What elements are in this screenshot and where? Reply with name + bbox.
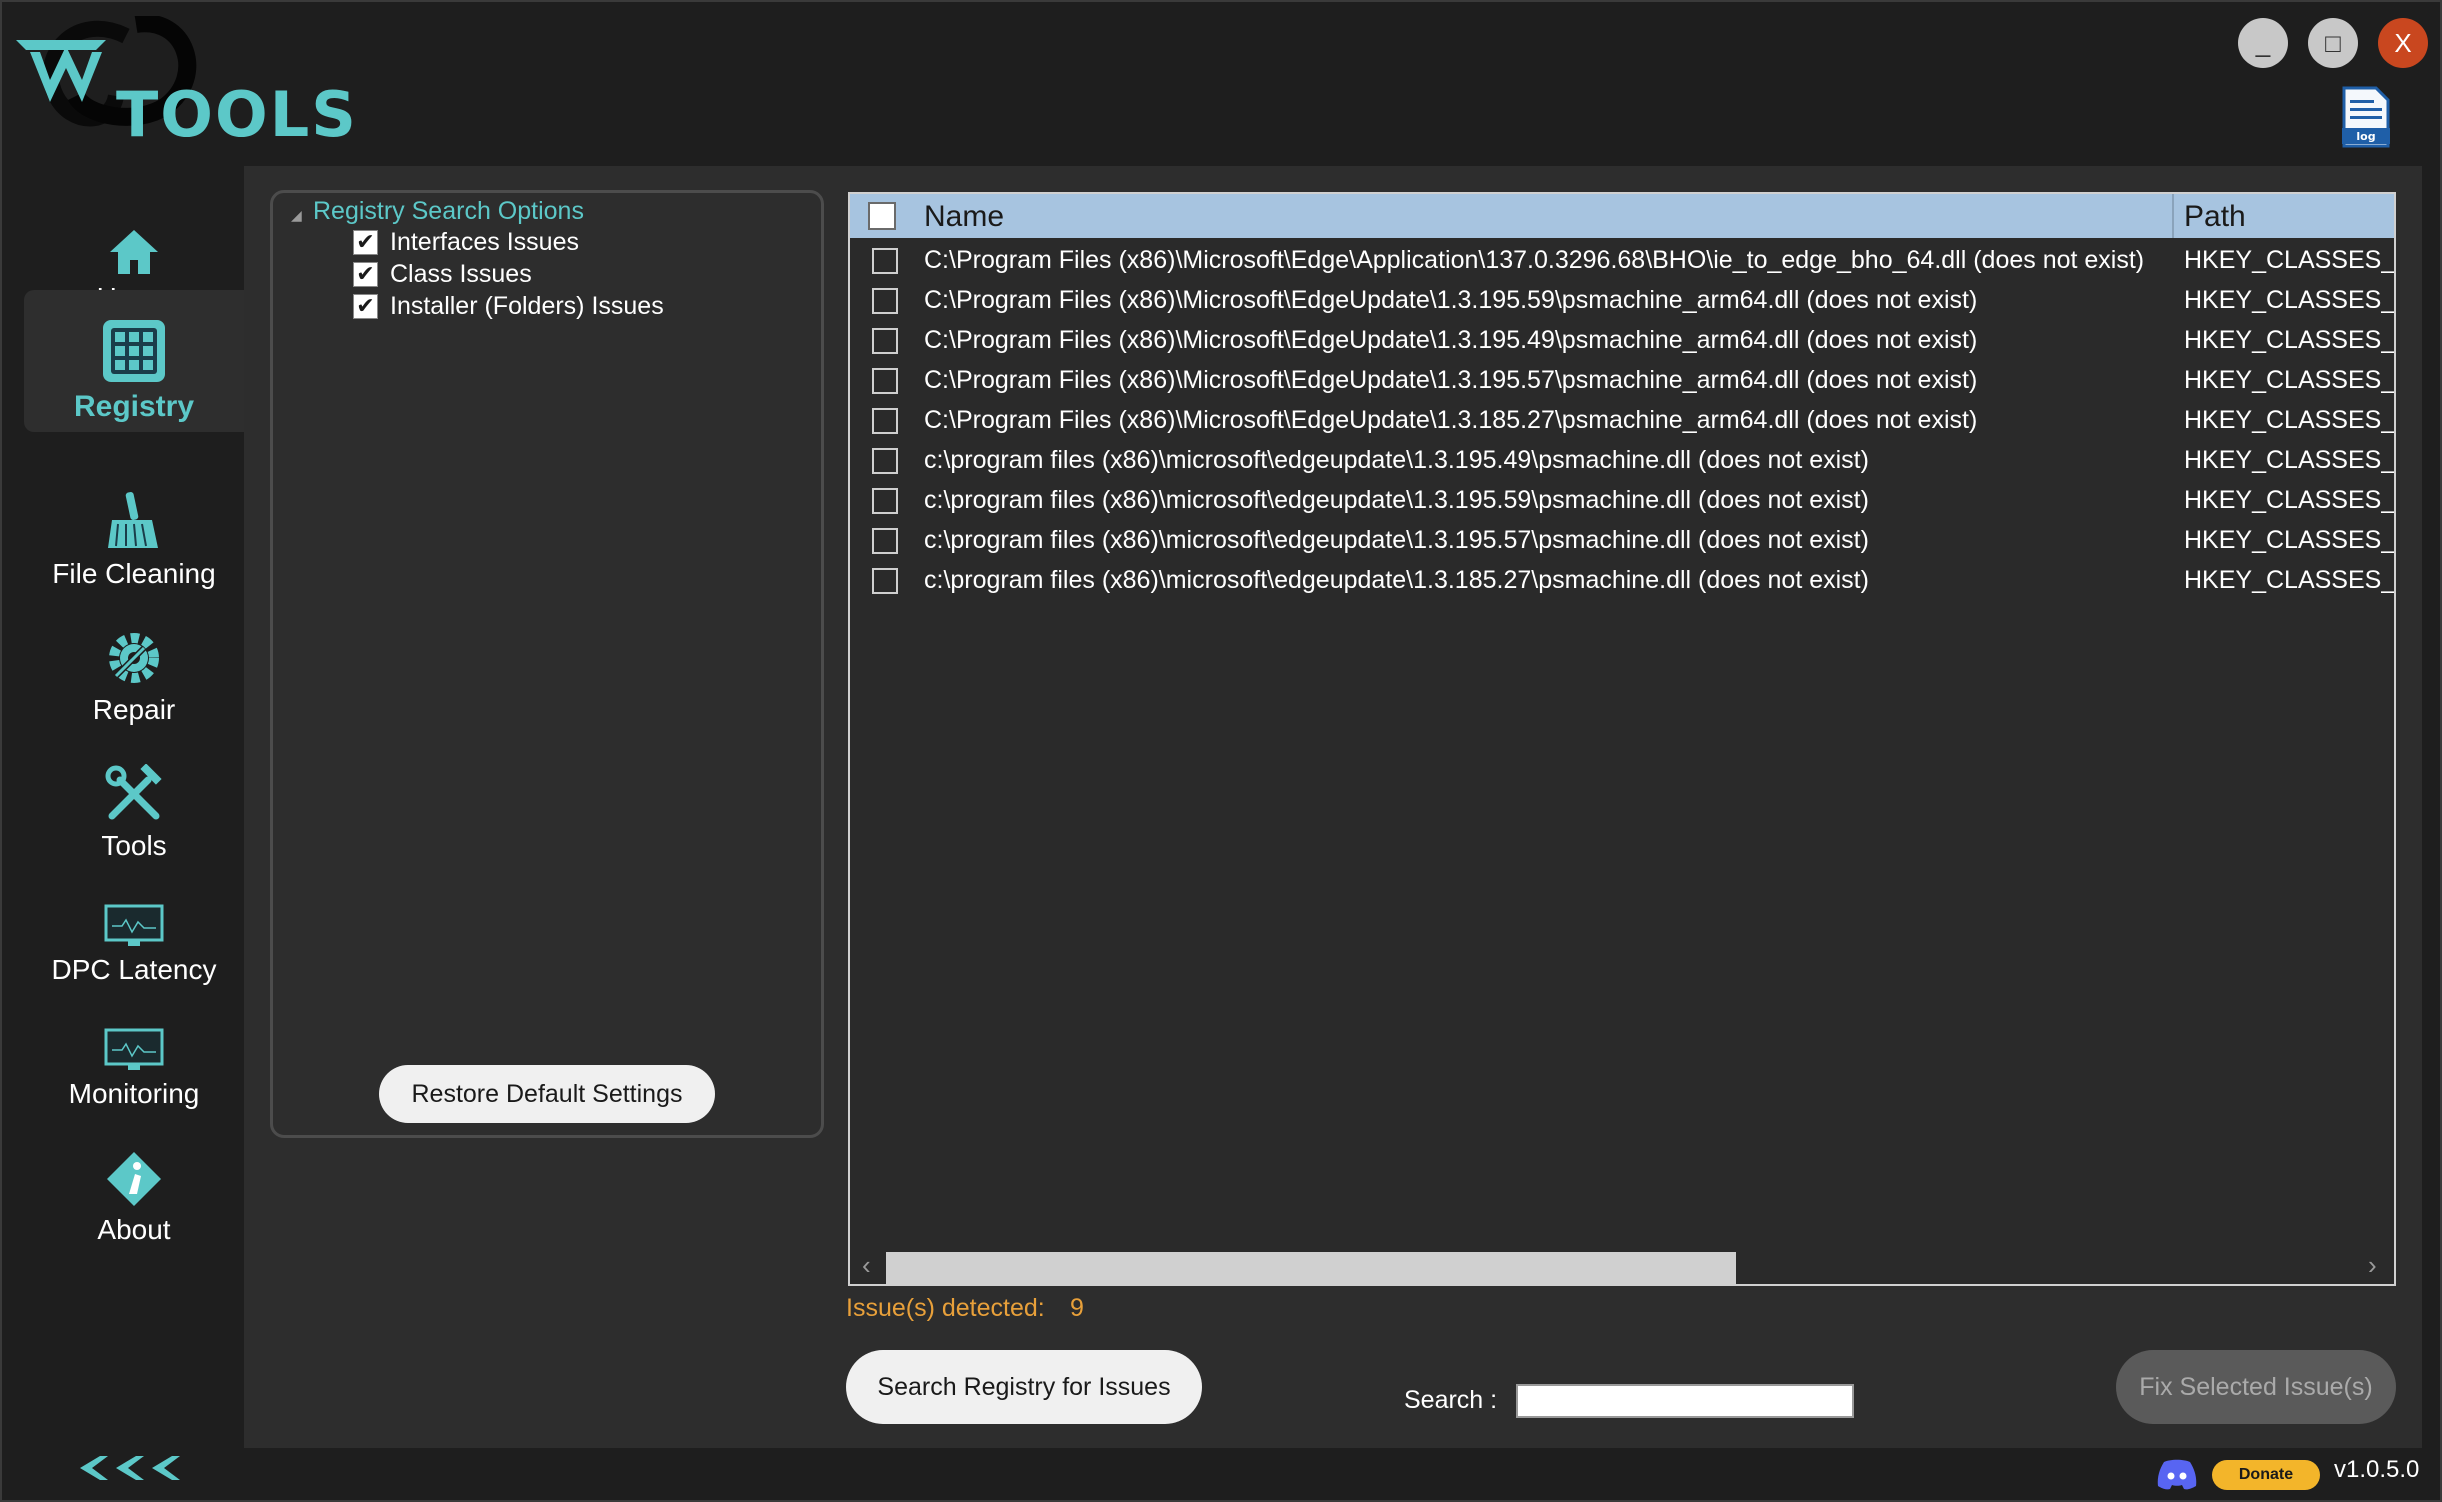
scrollbar-thumb[interactable] bbox=[886, 1252, 1736, 1284]
list-header: Name Path bbox=[850, 194, 2394, 238]
row-path: HKEY_CLASSES_RC bbox=[2184, 526, 2396, 554]
info-icon bbox=[107, 1152, 161, 1206]
sidebar-item-registry[interactable]: Registry bbox=[24, 290, 244, 432]
monitor-icon bbox=[104, 904, 164, 946]
row-path: HKEY_CLASSES_RC bbox=[2184, 486, 2396, 514]
tree-collapse-arrow[interactable]: ◢ bbox=[291, 207, 302, 224]
table-row[interactable]: c:\program files (x86)\microsoft\edgeupd… bbox=[850, 560, 2396, 600]
row-name: C:\Program Files (x86)\Microsoft\EdgeUpd… bbox=[924, 406, 1978, 434]
select-all-checkbox[interactable] bbox=[868, 202, 896, 230]
row-checkbox[interactable] bbox=[872, 368, 898, 394]
scroll-right-icon[interactable]: › bbox=[2368, 1250, 2377, 1281]
home-icon bbox=[110, 230, 158, 274]
gear-icon bbox=[109, 633, 159, 683]
discord-icon[interactable] bbox=[2156, 1458, 2198, 1490]
table-row[interactable]: c:\program files (x86)\microsoft\edgeupd… bbox=[850, 440, 2396, 480]
option-class-issues[interactable]: ✔ Class Issues bbox=[353, 259, 532, 289]
row-name: C:\Program Files (x86)\Microsoft\Edge\Ap… bbox=[924, 246, 2145, 274]
row-path: HKEY_CLASSES_RC bbox=[2184, 406, 2396, 434]
horizontal-scrollbar[interactable]: ‹ › bbox=[850, 1248, 2394, 1284]
sidebar-item-tools[interactable]: Tools bbox=[24, 730, 244, 870]
restore-default-settings-button[interactable]: Restore Default Settings bbox=[379, 1065, 715, 1123]
row-path: HKEY_CLASSES_RC bbox=[2184, 326, 2396, 354]
broom-icon bbox=[108, 492, 158, 548]
log-icon-label: log bbox=[2356, 130, 2375, 143]
row-path: HKEY_CLASSES_RC bbox=[2184, 566, 2396, 594]
row-checkbox[interactable] bbox=[872, 408, 898, 434]
issues-detected-label: Issue(s) detected: bbox=[846, 1294, 1045, 1322]
sidebar-item-repair[interactable]: Repair bbox=[24, 594, 244, 734]
search-label: Search : bbox=[1404, 1386, 1498, 1414]
tools-icon bbox=[105, 764, 162, 820]
column-header-path[interactable]: Path bbox=[2184, 200, 2246, 234]
sidebar-item-dpc-latency[interactable]: DPC Latency bbox=[24, 854, 244, 994]
row-checkbox[interactable] bbox=[872, 528, 898, 554]
options-tree-title[interactable]: Registry Search Options bbox=[313, 197, 584, 226]
option-interfaces-issues[interactable]: ✔ Interfaces Issues bbox=[353, 227, 579, 257]
logo-text: TOOLS bbox=[116, 78, 358, 151]
issues-detected-count: 9 bbox=[1070, 1294, 1084, 1322]
sidebar-item-label: File Cleaning bbox=[52, 558, 216, 589]
log-file-icon[interactable]: log bbox=[2340, 86, 2392, 152]
row-name: c:\program files (x86)\microsoft\edgeupd… bbox=[924, 486, 1869, 514]
sidebar-item-file-cleaning[interactable]: File Cleaning bbox=[24, 458, 244, 598]
sidebar-item-monitoring[interactable]: Monitoring bbox=[24, 978, 244, 1118]
table-row[interactable]: c:\program files (x86)\microsoft\edgeupd… bbox=[850, 520, 2396, 560]
sidebar-item-label: About bbox=[97, 1214, 171, 1245]
option-label: Interfaces Issues bbox=[390, 227, 579, 256]
column-separator[interactable] bbox=[2172, 194, 2174, 238]
sidebar-item-label: Registry bbox=[73, 390, 195, 423]
close-button[interactable]: X bbox=[2378, 18, 2428, 68]
row-name: c:\program files (x86)\microsoft\edgeupd… bbox=[924, 446, 1869, 474]
monitor-icon bbox=[104, 1028, 164, 1070]
table-row[interactable]: C:\Program Files (x86)\Microsoft\EdgeUpd… bbox=[850, 320, 2396, 360]
sidebar: Home Registry bbox=[4, 162, 244, 1442]
registry-search-options: ◢ Registry Search Options ✔ Interfaces I… bbox=[270, 190, 824, 1138]
version-label: v1.0.5.0 bbox=[2334, 1456, 2420, 1483]
row-checkbox[interactable] bbox=[872, 288, 898, 314]
minimize-button[interactable]: _ bbox=[2238, 18, 2288, 68]
sidebar-item-label: Monitoring bbox=[68, 1078, 200, 1109]
checkbox-checked[interactable]: ✔ bbox=[353, 261, 378, 287]
row-checkbox[interactable] bbox=[872, 328, 898, 354]
column-header-name[interactable]: Name bbox=[924, 200, 1004, 234]
row-path: HKEY_CLASSES_RC bbox=[2184, 366, 2396, 394]
checkbox-checked[interactable]: ✔ bbox=[353, 293, 378, 319]
table-row[interactable]: c:\program files (x86)\microsoft\edgeupd… bbox=[850, 480, 2396, 520]
table-row[interactable]: C:\Program Files (x86)\Microsoft\EdgeUpd… bbox=[850, 280, 2396, 320]
row-name: C:\Program Files (x86)\Microsoft\EdgeUpd… bbox=[924, 366, 1978, 394]
table-row[interactable]: C:\Program Files (x86)\Microsoft\EdgeUpd… bbox=[850, 400, 2396, 440]
row-path: HKEY_CLASSES_RC bbox=[2184, 286, 2396, 314]
row-checkbox[interactable] bbox=[872, 568, 898, 594]
app-logo: TOOLS bbox=[16, 14, 356, 156]
row-name: c:\program files (x86)\microsoft\edgeupd… bbox=[924, 566, 1869, 594]
donate-button[interactable]: Donate bbox=[2212, 1460, 2320, 1490]
row-name: C:\Program Files (x86)\Microsoft\EdgeUpd… bbox=[924, 286, 1978, 314]
row-name: c:\program files (x86)\microsoft\edgeupd… bbox=[924, 526, 1869, 554]
checkbox-checked[interactable]: ✔ bbox=[353, 229, 378, 255]
sidebar-item-about[interactable]: About bbox=[24, 1114, 244, 1254]
table-row[interactable]: C:\Program Files (x86)\Microsoft\Edge\Ap… bbox=[850, 240, 2396, 280]
option-label: Installer (Folders) Issues bbox=[390, 291, 664, 320]
row-checkbox[interactable] bbox=[872, 248, 898, 274]
table-row[interactable]: C:\Program Files (x86)\Microsoft\EdgeUpd… bbox=[850, 360, 2396, 400]
scroll-left-icon[interactable]: ‹ bbox=[862, 1250, 871, 1281]
row-checkbox[interactable] bbox=[872, 448, 898, 474]
row-name: C:\Program Files (x86)\Microsoft\EdgeUpd… bbox=[924, 326, 1978, 354]
registry-icon bbox=[103, 320, 165, 382]
sidebar-item-label: Repair bbox=[92, 694, 176, 725]
search-registry-button[interactable]: Search Registry for Issues bbox=[846, 1350, 1202, 1424]
search-input[interactable] bbox=[1516, 1384, 1854, 1418]
fix-selected-issues-button[interactable]: Fix Selected Issue(s) bbox=[2116, 1350, 2396, 1424]
issues-list: Name Path C:\Program Files (x86)\Microso… bbox=[848, 192, 2396, 1286]
row-path: HKEY_CLASSES_RC bbox=[2184, 446, 2396, 474]
option-label: Class Issues bbox=[390, 259, 532, 288]
collapse-sidebar-icon[interactable] bbox=[78, 1450, 188, 1486]
option-installer-folders-issues[interactable]: ✔ Installer (Folders) Issues bbox=[353, 291, 664, 321]
row-path: HKEY_CLASSES_RC bbox=[2184, 246, 2396, 274]
row-checkbox[interactable] bbox=[872, 488, 898, 514]
app-window: TOOLS _ □ X log Home bbox=[0, 0, 2442, 1502]
maximize-button[interactable]: □ bbox=[2308, 18, 2358, 68]
